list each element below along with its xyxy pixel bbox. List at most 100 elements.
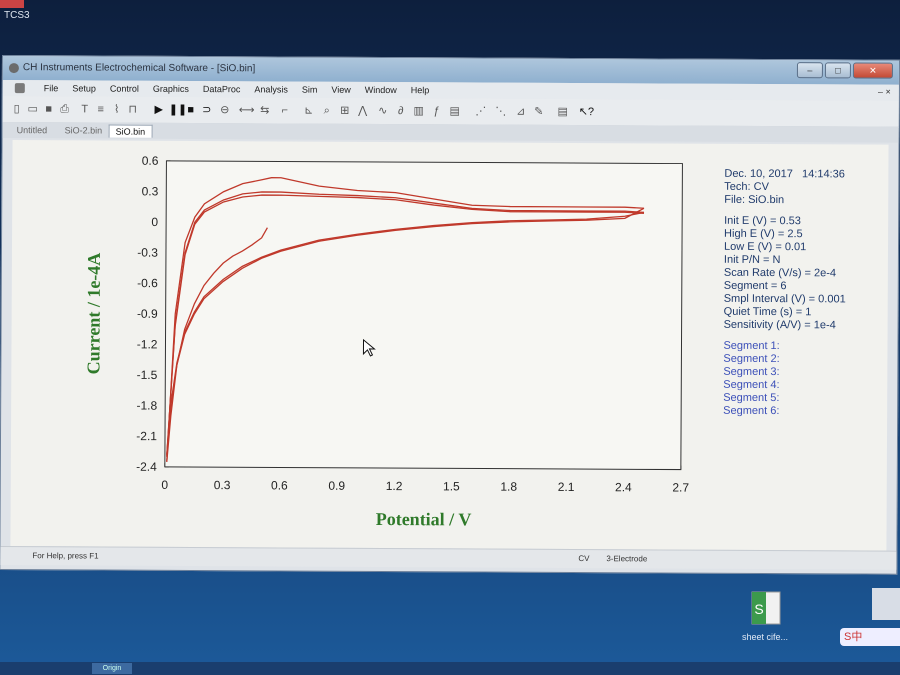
list-icon[interactable]: ▤ bbox=[557, 106, 569, 118]
graph-option-icon[interactable]: ⊖ bbox=[219, 104, 231, 116]
window-title: CH Instruments Electrochemical Software … bbox=[22, 62, 256, 75]
param-sensitivity: Sensitivity (A/V) = 1e-4 bbox=[723, 318, 836, 332]
app-icon bbox=[8, 63, 19, 74]
menu-setup[interactable]: Setup bbox=[65, 83, 103, 93]
tab-sio-2[interactable]: SiO-2.bin bbox=[59, 124, 109, 136]
param-smpl-interval: Smpl Interval (V) = 0.001 bbox=[723, 292, 846, 306]
segment-6-label: Segment 6: bbox=[723, 404, 780, 418]
smooth-icon[interactable]: ∿ bbox=[377, 105, 389, 117]
window-controls: – □ ✕ bbox=[796, 62, 893, 79]
menu-window[interactable]: Window bbox=[358, 85, 404, 95]
y-tick-label: 0 bbox=[151, 215, 158, 229]
calc-icon[interactable]: ▤ bbox=[449, 105, 461, 117]
tab-untitled[interactable]: Untitled bbox=[11, 124, 54, 136]
overlay-icon[interactable]: ⟷ bbox=[239, 104, 255, 116]
segment-2-label: Segment 2: bbox=[723, 352, 780, 366]
y-tick-label: 0.6 bbox=[142, 154, 159, 168]
segment-3-label: Segment 3: bbox=[723, 365, 780, 379]
param-high-e: High E (V) = 2.5 bbox=[724, 227, 803, 241]
segment-1-label: Segment 1: bbox=[723, 339, 780, 353]
open-file-icon[interactable]: ▭ bbox=[27, 103, 39, 115]
x-tick-label: 2.1 bbox=[558, 480, 575, 494]
fft-icon[interactable]: ƒ bbox=[431, 105, 443, 117]
x-tick-label: 0.9 bbox=[328, 479, 345, 493]
derivative-icon[interactable]: ∂ bbox=[395, 105, 407, 117]
add-data-icon[interactable]: ⇆ bbox=[259, 104, 271, 116]
parameters-icon[interactable]: ≡ bbox=[95, 103, 107, 116]
x-tick-label: 0.6 bbox=[271, 478, 288, 492]
info-date: Dec. 10, 2017 14:14:36 bbox=[724, 167, 845, 181]
spreadsheet-file-icon[interactable]: S bbox=[748, 590, 784, 626]
desktop-top-label: TCS3 bbox=[4, 10, 30, 21]
y-tick-label: 0.3 bbox=[142, 184, 159, 198]
restore-child-icon[interactable]: – × bbox=[878, 87, 891, 97]
info-tech: Tech: CV bbox=[724, 180, 769, 194]
menu-view[interactable]: View bbox=[324, 85, 357, 95]
y-tick-label: -1.5 bbox=[137, 368, 158, 382]
cell-icon[interactable]: ⊓ bbox=[127, 104, 139, 116]
menu-file[interactable]: File bbox=[37, 83, 66, 93]
ime-indicator[interactable]: S中 bbox=[840, 628, 900, 646]
param-init-pn: Init P/N = N bbox=[723, 253, 781, 267]
menu-graphics[interactable]: Graphics bbox=[146, 84, 196, 94]
zoom-icon[interactable]: ⌕ bbox=[321, 105, 333, 117]
menu-analysis[interactable]: Analysis bbox=[247, 84, 295, 94]
document-icon[interactable] bbox=[14, 83, 25, 94]
run-icon[interactable]: ▶ bbox=[153, 104, 165, 116]
menu-items: File Setup Control Graphics DataProc Analysis… bbox=[37, 83, 437, 95]
save-icon[interactable]: ■ bbox=[43, 103, 55, 115]
desktop-icon-label: sheet cife... bbox=[741, 632, 789, 642]
stop-icon[interactable]: ■ bbox=[185, 104, 197, 116]
param-quiet-time: Quiet Time (s) = 1 bbox=[723, 305, 812, 319]
reverse-icon[interactable]: ⊃ bbox=[201, 104, 213, 116]
taskbar-item[interactable]: Origin bbox=[92, 663, 132, 674]
pause-icon[interactable]: ❚❚ bbox=[169, 104, 188, 116]
x-tick-label: 1.2 bbox=[386, 479, 403, 493]
param-scan-rate: Scan Rate (V/s) = 2e-4 bbox=[723, 266, 837, 280]
peak-icon[interactable]: ⋀ bbox=[357, 105, 369, 117]
y-tick-label: -1.2 bbox=[137, 337, 158, 351]
info-file: File: SiO.bin bbox=[724, 193, 785, 207]
segment-5-label: Segment 5: bbox=[723, 391, 780, 405]
minimize-button[interactable]: – bbox=[796, 62, 823, 79]
menu-dataproc[interactable]: DataProc bbox=[196, 84, 248, 94]
sim-icon[interactable]: ⋰ bbox=[475, 105, 487, 117]
info-panel: Dec. 10, 2017 14:14:36 Tech: CV File: Si… bbox=[723, 168, 846, 419]
folder-icon[interactable] bbox=[872, 588, 900, 620]
y-tick-label: -1.8 bbox=[136, 399, 157, 413]
status-bar: For Help, press F1 CV 3-Electrode bbox=[0, 545, 897, 570]
app-window: CH Instruments Electrochemical Software … bbox=[0, 55, 900, 575]
document-tabs: Untitled SiO-2.bin SiO.bin bbox=[2, 122, 899, 143]
plot-area: 0.6 0.3 0 -0.3 -0.6 -0.9 -1.2 -1.5 -1.8 -2.1 -2.4 … bbox=[10, 140, 889, 551]
desktop-top-icon[interactable] bbox=[0, 0, 24, 8]
manual-result-icon[interactable]: ⊞ bbox=[339, 105, 351, 117]
close-button[interactable]: ✕ bbox=[852, 62, 893, 79]
param-low-e: Low E (V) = 0.01 bbox=[723, 240, 807, 254]
maximize-button[interactable]: □ bbox=[824, 62, 851, 79]
status-technique: CV bbox=[578, 554, 590, 564]
pen-icon[interactable]: ✎ bbox=[533, 106, 545, 118]
status-electrode: 3-Electrode bbox=[606, 554, 648, 564]
fit-icon[interactable]: ⋱ bbox=[495, 106, 507, 118]
menu-sim[interactable]: Sim bbox=[295, 85, 325, 95]
tool-icon[interactable]: ⌇ bbox=[111, 104, 123, 116]
x-tick-label: 0 bbox=[161, 478, 168, 492]
y-axis-label: Current / 1e-4A bbox=[83, 253, 104, 375]
param-segment: Segment = 6 bbox=[723, 279, 787, 293]
mark-icon[interactable]: ⊿ bbox=[515, 106, 527, 118]
print-icon[interactable]: ⎙ bbox=[59, 103, 71, 115]
technique-icon[interactable]: T bbox=[79, 103, 91, 115]
y-tick-label: -0.9 bbox=[137, 307, 158, 321]
y-tick-label: -2.1 bbox=[136, 429, 157, 443]
taskbar: Origin bbox=[0, 662, 900, 675]
plot-icon[interactable]: ⌐ bbox=[279, 104, 291, 116]
bars-icon[interactable]: ▥ bbox=[413, 105, 425, 117]
chart-icon[interactable]: ⊾ bbox=[303, 105, 315, 117]
menu-help[interactable]: Help bbox=[404, 85, 437, 95]
param-init-e: Init E (V) = 0.53 bbox=[724, 214, 801, 228]
tab-sio[interactable]: SiO.bin bbox=[108, 124, 153, 138]
new-file-icon[interactable]: ▯ bbox=[11, 103, 23, 115]
x-tick-label: 2.7 bbox=[672, 481, 689, 495]
menu-control[interactable]: Control bbox=[103, 84, 146, 94]
help-pointer-icon[interactable]: ↖? bbox=[579, 106, 594, 118]
